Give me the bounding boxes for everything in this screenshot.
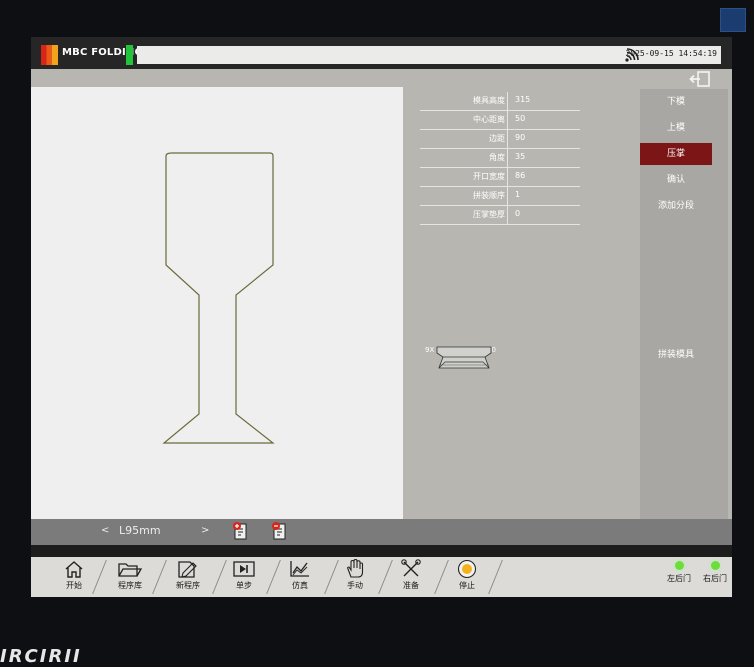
menu-assemble-mold[interactable]: 拼装模具: [640, 344, 712, 366]
param-value[interactable]: 1: [515, 190, 520, 199]
stop-label: 停止: [459, 581, 475, 590]
home-icon: [65, 561, 83, 578]
function-bar: 开始 程序库 新程序 单步 仿真 手动 准备 停止 左后门 右后门: [31, 557, 732, 597]
simulation-label: 仿真: [292, 581, 308, 590]
stop-button[interactable]: 停止: [438, 557, 496, 597]
param-value[interactable]: 315: [515, 95, 530, 104]
param-row-angle[interactable]: 角度 35: [420, 149, 580, 168]
right-door-led: [710, 561, 720, 570]
mold-name: L95mm: [119, 524, 161, 537]
separator: [31, 545, 732, 557]
message-strip: 2025-09-15 14:54:19: [137, 46, 721, 64]
param-row-pad-thickness[interactable]: 压掌垫厚 0: [420, 206, 580, 225]
param-value[interactable]: 86: [515, 171, 525, 180]
library-button[interactable]: 程序库: [101, 557, 159, 597]
monitor-bezel: IRCIRII MBC FOLDING 2025-09-15 14:54:19: [0, 0, 754, 667]
chart-icon: [290, 561, 309, 577]
param-label: 中心距离: [473, 115, 505, 124]
right-rear-door-status: 右后门: [693, 561, 732, 584]
hmi-screen: MBC FOLDING 2025-09-15 14:54:19 模具高度 315…: [31, 37, 732, 597]
left-door-led: [674, 561, 684, 570]
right-menu: 下模 上模 压掌 确认 添加分段 拼装模具: [640, 89, 728, 545]
mold-profile-drawing: [162, 152, 275, 444]
manual-label: 手动: [347, 581, 363, 590]
menu-lower-mold[interactable]: 下模: [640, 91, 712, 113]
folder-icon: [118, 563, 143, 577]
prev-mold-button[interactable]: <: [101, 525, 109, 536]
bezel-brand-text: IRCIRII: [0, 646, 82, 667]
next-mold-button[interactable]: >: [201, 525, 209, 536]
menu-upper-mold[interactable]: 上模: [640, 117, 712, 139]
library-label: 程序库: [118, 581, 142, 590]
tool-preview-icon: 9X 90: [425, 346, 496, 369]
param-value[interactable]: 35: [515, 152, 525, 161]
new-document-icon: [178, 561, 197, 578]
single-step-button[interactable]: 单步: [215, 557, 273, 597]
param-value[interactable]: 0: [515, 209, 520, 218]
prepare-button[interactable]: 准备: [382, 557, 440, 597]
param-label: 开口宽度: [473, 172, 505, 181]
param-label: 边距: [489, 134, 505, 143]
param-row-margin[interactable]: 边距 90: [420, 130, 580, 149]
menu-confirm[interactable]: 确认: [640, 169, 712, 191]
manual-button[interactable]: 手动: [326, 557, 384, 597]
right-door-label: 右后门: [703, 574, 727, 583]
stop-icon: [457, 559, 477, 579]
param-row-center-distance[interactable]: 中心距离 50: [420, 111, 580, 130]
add-mold-icon[interactable]: [232, 522, 250, 542]
param-row-mold-height[interactable]: 模具高度 315: [420, 92, 580, 111]
single-step-label: 单步: [236, 581, 252, 590]
prepare-label: 准备: [403, 581, 419, 590]
tool-left-label: 9X: [425, 346, 434, 354]
menu-press-palm[interactable]: 压掌: [640, 143, 712, 165]
param-row-assembly-order[interactable]: 拼装顺序 1: [420, 187, 580, 206]
brand-logo-icon: [41, 45, 58, 65]
parameter-table: 模具高度 315 中心距离 50 边距 90 角度 35 开口宽度 86 拼装顺…: [420, 92, 580, 225]
bezel-indicator: [720, 8, 746, 32]
new-program-label: 新程序: [176, 581, 200, 590]
param-label: 角度: [489, 153, 505, 162]
param-row-opening-width[interactable]: 开口宽度 86: [420, 168, 580, 187]
menu-add-segment[interactable]: 添加分段: [640, 195, 712, 217]
param-label: 模具高度: [473, 96, 505, 105]
param-value[interactable]: 50: [515, 114, 525, 123]
top-bar: MBC FOLDING 2025-09-15 14:54:19: [31, 37, 732, 69]
mold-selector-bar: < L95mm >: [31, 519, 732, 545]
param-label: 拼装顺序: [473, 191, 505, 200]
mold-drawing-panel: [31, 87, 403, 519]
hand-icon: [347, 559, 364, 578]
datetime-display: 2025-09-15 14:54:19: [625, 49, 717, 58]
tools-icon: [401, 559, 421, 577]
simulation-button[interactable]: 仿真: [271, 557, 329, 597]
param-value[interactable]: 90: [515, 133, 525, 142]
exit-icon[interactable]: [689, 70, 713, 88]
step-icon: [233, 561, 255, 577]
new-program-button[interactable]: 新程序: [159, 557, 217, 597]
status-indicator: [126, 45, 133, 65]
param-label: 压掌垫厚: [473, 210, 505, 219]
remove-mold-icon[interactable]: [271, 522, 289, 542]
